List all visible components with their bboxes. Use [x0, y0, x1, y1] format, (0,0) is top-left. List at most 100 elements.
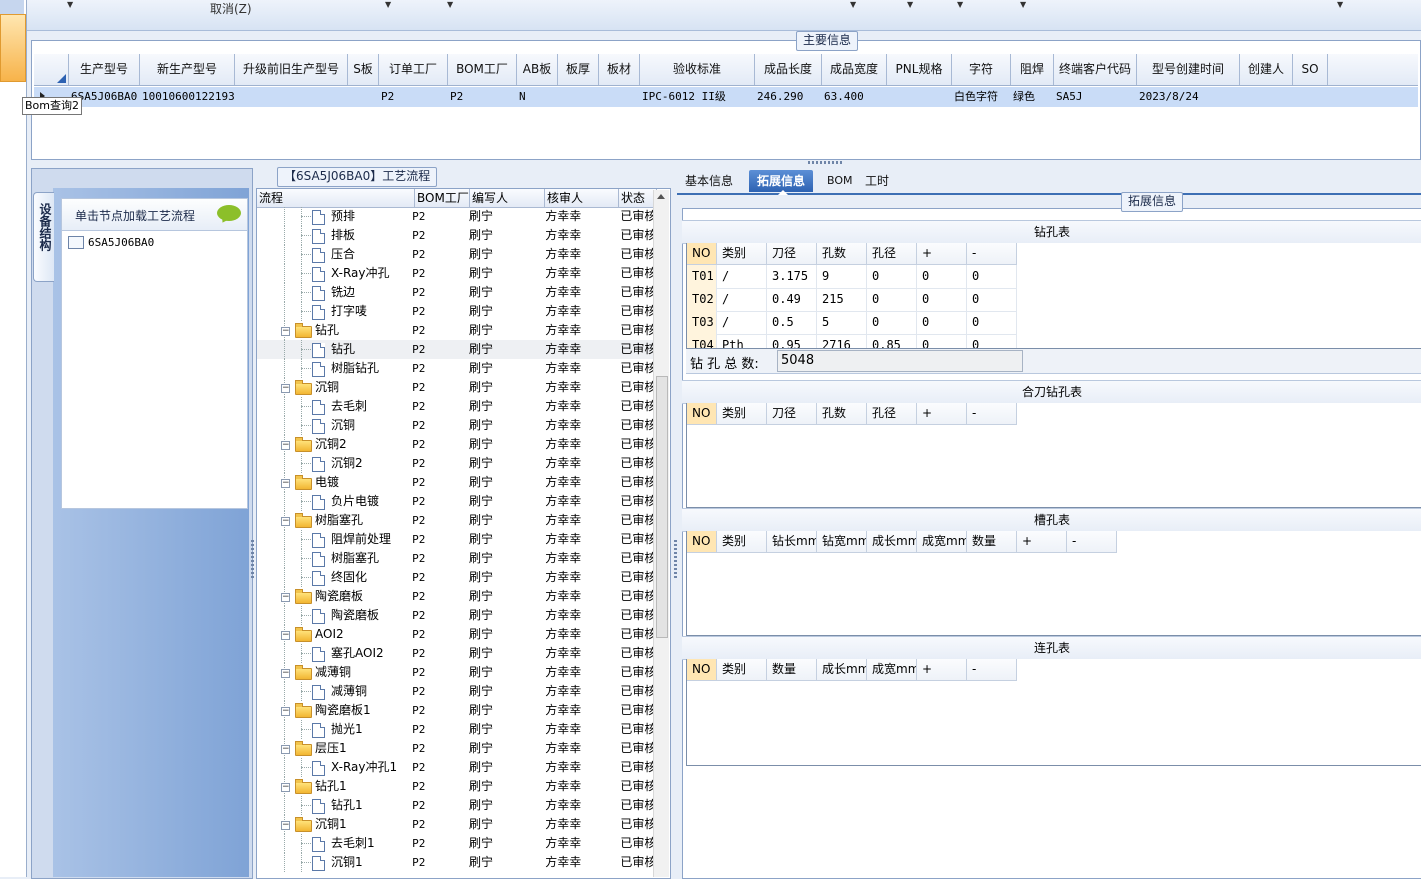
grid-column-header[interactable]: PNL规格 — [887, 54, 952, 85]
process-row[interactable]: 抛光1 P2 刷宁 方幸幸 已审核 — [257, 720, 657, 739]
grid-column-header[interactable]: 板材 — [599, 54, 640, 85]
table-column-header[interactable]: 孔数 — [817, 403, 867, 424]
cancel-button[interactable]: 取消(Z) — [210, 0, 252, 17]
process-row[interactable]: − 电镀 P2 刷宁 方幸幸 已审核 — [257, 473, 657, 492]
grid-cell[interactable]: 246.290 — [755, 87, 822, 107]
collapse-icon[interactable]: − — [281, 384, 290, 393]
collapse-icon[interactable]: − — [281, 669, 290, 678]
drill-table-row[interactable]: T03/0.5 5 0 0 0 — [687, 311, 1017, 335]
process-row[interactable]: 沉铜2 P2 刷宁 方幸幸 已审核 — [257, 454, 657, 473]
process-column-header[interactable]: 核审人 — [545, 189, 619, 207]
table-column-header[interactable]: + — [917, 659, 967, 680]
table-column-header[interactable]: - — [967, 659, 1017, 680]
grid-column-header[interactable]: BOM工厂 — [448, 54, 517, 85]
table-column-header[interactable]: 刀径 — [767, 403, 817, 424]
table-column-header[interactable]: + — [917, 243, 967, 264]
grid-column-header[interactable]: 新生产型号 — [140, 54, 235, 85]
table-column-header[interactable]: 刀径 — [767, 243, 817, 264]
grid-column-header[interactable]: 阻焊 — [1011, 54, 1054, 85]
table-column-header[interactable]: 类别 — [717, 531, 767, 552]
grid-cell[interactable] — [599, 87, 640, 107]
table-column-header[interactable]: 成长mm — [817, 659, 867, 680]
chevron-down-icon[interactable]: ▼ — [957, 0, 963, 9]
grid-cell[interactable]: N — [517, 87, 558, 107]
process-row[interactable]: 树脂钻孔 P2 刷宁 方幸幸 已审核 — [257, 359, 657, 378]
grid-cell[interactable]: 白色字符 — [952, 87, 1011, 107]
collapse-icon[interactable]: − — [281, 745, 290, 754]
process-row[interactable]: 钻孔1 P2 刷宁 方幸幸 已审核 — [257, 796, 657, 815]
process-row[interactable]: 负片电镀 P2 刷宁 方幸幸 已审核 — [257, 492, 657, 511]
table-column-header[interactable]: 数量 — [767, 659, 817, 680]
process-row[interactable]: − 减薄铜 P2 刷宁 方幸幸 已审核 — [257, 663, 657, 682]
process-row[interactable]: X-Ray冲孔1 P2 刷宁 方幸幸 已审核 — [257, 758, 657, 777]
chevron-down-icon[interactable]: ▼ — [385, 0, 391, 9]
table-column-header[interactable]: + — [1017, 531, 1067, 552]
grid-cell[interactable] — [348, 87, 379, 107]
grid-column-header[interactable]: 生产型号 — [69, 54, 140, 85]
grid-cell[interactable] — [558, 87, 599, 107]
process-row[interactable]: 终固化 P2 刷宁 方幸幸 已审核 — [257, 568, 657, 587]
process-row[interactable]: − 陶瓷磨板1 P2 刷宁 方幸幸 已审核 — [257, 701, 657, 720]
drill-table-row[interactable]: T02/0.49 215 0 0 0 — [687, 288, 1017, 312]
table-column-header[interactable]: 孔径 — [867, 243, 917, 264]
grid-column-header[interactable]: 创建人 — [1240, 54, 1293, 85]
process-column-header[interactable]: 流程 — [257, 189, 415, 207]
table-column-header[interactable]: + — [917, 403, 967, 424]
chevron-down-icon[interactable]: ▼ — [447, 0, 453, 9]
collapse-icon[interactable]: − — [281, 479, 290, 488]
grid-cell[interactable] — [235, 87, 348, 107]
table-column-header[interactable]: 钻长mm — [767, 531, 817, 552]
grid-column-header[interactable]: 验收标准 — [640, 54, 755, 85]
process-row[interactable]: 打字唛 P2 刷宁 方幸幸 已审核 — [257, 302, 657, 321]
process-row[interactable]: 陶瓷磨板 P2 刷宁 方幸幸 已审核 — [257, 606, 657, 625]
collapse-icon[interactable]: − — [281, 593, 290, 602]
left-edge-tab[interactable] — [0, 14, 26, 82]
process-column-header[interactable]: 状态 — [619, 189, 657, 207]
process-row[interactable]: − 树脂塞孔 P2 刷宁 方幸幸 已审核 — [257, 511, 657, 530]
table-column-header[interactable]: NO — [687, 243, 717, 264]
main-grid-row[interactable]: 6SA5J06BA0 10010600122193 P2 P2 N IPC-6012 II… — [34, 87, 1418, 107]
tab-equipment-structure[interactable]: 设备结构 — [33, 192, 54, 282]
table-column-header[interactable]: 成长mm — [867, 531, 917, 552]
grid-cell[interactable] — [887, 87, 952, 107]
collapse-icon[interactable]: − — [281, 707, 290, 716]
chevron-down-icon[interactable]: ▼ — [850, 0, 856, 9]
process-row[interactable]: − AOI2 P2 刷宁 方幸幸 已审核 — [257, 625, 657, 644]
grid-cell[interactable]: IPC-6012 II级 — [640, 87, 755, 107]
grid-cell[interactable] — [1240, 87, 1293, 107]
splitter-grip[interactable] — [251, 540, 254, 580]
grid-cell[interactable]: 10010600122193 — [140, 87, 235, 107]
table-column-header[interactable]: - — [967, 403, 1017, 424]
table-column-header[interactable]: NO — [687, 531, 717, 552]
process-row[interactable]: 钻孔 P2 刷宁 方幸幸 已审核 — [257, 340, 657, 359]
chevron-down-icon[interactable]: ▼ — [907, 0, 913, 9]
collapse-icon[interactable]: − — [281, 517, 290, 526]
grid-column-header[interactable]: 成品长度 — [755, 54, 822, 85]
scroll-thumb[interactable] — [656, 376, 668, 638]
process-row[interactable]: 沉铜1 P2 刷宁 方幸幸 已审核 — [257, 853, 657, 872]
grid-cell[interactable]: P2 — [448, 87, 517, 107]
tree-node-model[interactable]: 6SA5J06BA0 — [68, 236, 154, 249]
table-column-header[interactable]: 孔径 — [867, 403, 917, 424]
process-row[interactable]: 减薄铜 P2 刷宁 方幸幸 已审核 — [257, 682, 657, 701]
process-row[interactable]: 沉铜 P2 刷宁 方幸幸 已审核 — [257, 416, 657, 435]
grid-cell[interactable]: 63.400 — [822, 87, 887, 107]
chevron-down-icon[interactable]: ▼ — [1337, 0, 1343, 9]
grid-column-header[interactable]: 成品宽度 — [822, 54, 887, 85]
table-column-header[interactable]: NO — [687, 659, 717, 680]
scroll-up-arrow-icon[interactable] — [657, 194, 665, 199]
process-row[interactable]: − 沉铜1 P2 刷宁 方幸幸 已审核 — [257, 815, 657, 834]
process-row[interactable]: 预排 P2 刷宁 方幸幸 已审核 — [257, 207, 657, 226]
process-column-header[interactable]: 编写人 — [470, 189, 545, 207]
process-row[interactable]: 压合 P2 刷宁 方幸幸 已审核 — [257, 245, 657, 264]
process-column-header[interactable]: BOM工厂 — [415, 189, 470, 207]
collapse-icon[interactable]: − — [281, 783, 290, 792]
table-column-header[interactable]: 成宽mm — [867, 659, 917, 680]
grid-column-header[interactable]: 终端客户代码 — [1054, 54, 1137, 85]
drill-total-field[interactable]: 5048 — [777, 350, 1023, 372]
grid-cell[interactable]: 绿色 — [1011, 87, 1054, 107]
table-column-header[interactable]: 类别 — [717, 243, 767, 264]
grid-column-header[interactable]: SO — [1293, 54, 1328, 85]
table-column-header[interactable]: 类别 — [717, 659, 767, 680]
table-column-header[interactable]: 孔数 — [817, 243, 867, 264]
